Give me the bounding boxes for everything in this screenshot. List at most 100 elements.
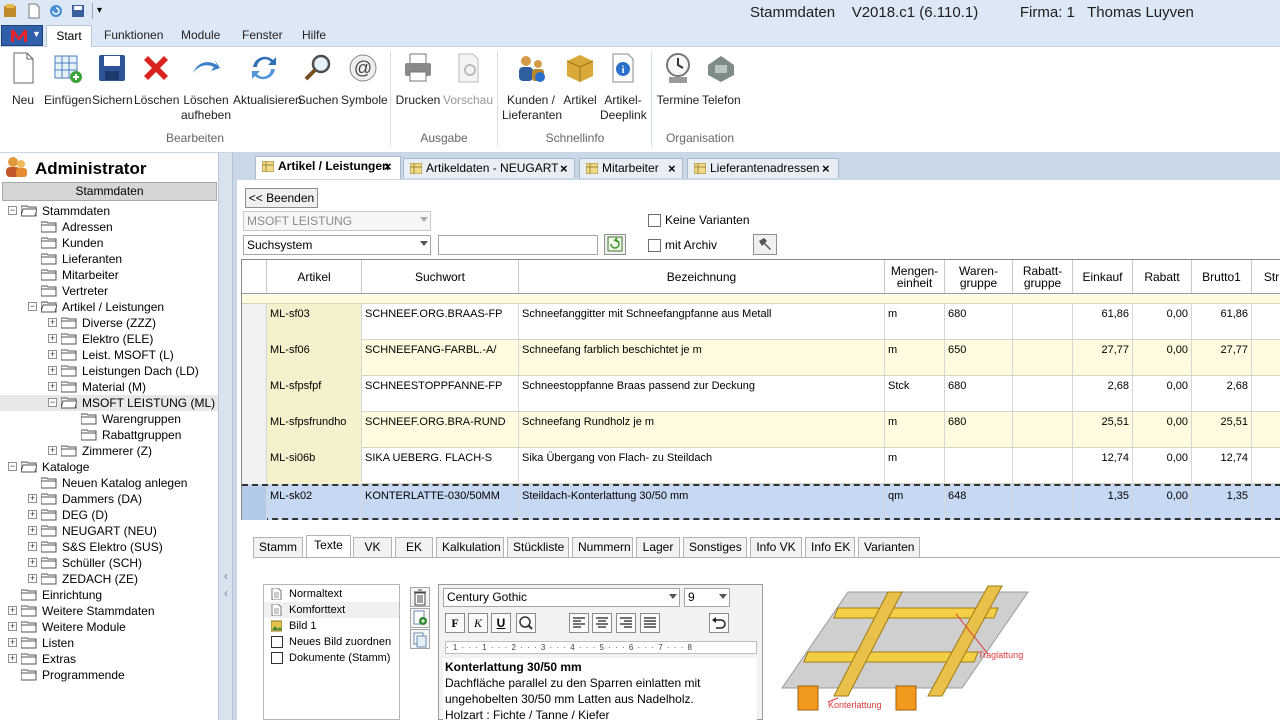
table-cell[interactable]: 0,00 — [1133, 304, 1192, 340]
tree-item[interactable]: + Diverse (ZZZ) — [0, 315, 218, 331]
column-header[interactable]: Suchwort — [362, 260, 519, 294]
table-cell[interactable]: 27,77 — [1192, 340, 1252, 376]
hammer-button[interactable] — [753, 234, 777, 255]
align-left-button[interactable] — [569, 613, 589, 633]
tab-info-ek[interactable]: Info EK — [805, 537, 855, 558]
table-cell[interactable]: 2,68 — [1192, 376, 1252, 412]
table-cell[interactable]: 680 — [945, 412, 1013, 448]
article-deeplink-button[interactable]: i Artikel-Deeplink — [600, 51, 647, 123]
table-cell[interactable]: 0,00 — [1133, 448, 1192, 484]
collapse-icon[interactable]: − — [8, 206, 17, 215]
align-center-button[interactable] — [592, 613, 612, 633]
list-item-new-image[interactable]: Neues Bild zuordnen — [264, 634, 399, 650]
tree-item[interactable]: + Weitere Stammdaten — [0, 603, 218, 619]
table-row[interactable]: ML-sfpsfpf SCHNEESTOPPFANNE-FP Schneestopp… — [242, 376, 1280, 412]
refresh-button[interactable]: Aktualisieren — [233, 51, 302, 108]
table-cell[interactable]: ML-sk02 — [267, 486, 362, 520]
tree-item[interactable]: + Elektro (ELE) — [0, 331, 218, 347]
column-header[interactable]: Artikel — [267, 260, 362, 294]
table-cell[interactable]: 0,00 — [1133, 376, 1192, 412]
table-cell[interactable]: 2,68 — [1073, 376, 1133, 412]
editor-body[interactable]: Konterlattung 30/50 mm Dachfläche parall… — [443, 658, 757, 720]
expand-icon[interactable]: + — [28, 558, 37, 567]
tree-item[interactable]: − MSOFT LEISTUNG (ML) — [0, 395, 218, 411]
table-cell[interactable]: 0,00 — [1133, 412, 1192, 448]
close-view-button[interactable]: << Beenden — [245, 188, 318, 208]
table-cell[interactable]: 12,74 — [1192, 448, 1252, 484]
expand-icon[interactable]: + — [8, 606, 17, 615]
tab-stückliste[interactable]: Stückliste — [507, 537, 569, 558]
tree-item[interactable]: Programmende — [0, 667, 218, 683]
close-icon[interactable]: × — [560, 159, 568, 178]
table-cell[interactable]: 61,86 — [1192, 304, 1252, 340]
tree-item[interactable]: + ZEDACH (ZE) — [0, 571, 218, 587]
menu-module[interactable]: Module — [181, 28, 220, 42]
tree-item[interactable]: − Artikel / Leistungen — [0, 299, 218, 315]
tree-item[interactable]: + Zimmerer (Z) — [0, 443, 218, 459]
tree-item[interactable]: Kunden — [0, 235, 218, 251]
table-cell[interactable]: 648 — [945, 486, 1013, 520]
expand-icon[interactable]: + — [28, 526, 37, 535]
row-selector[interactable] — [242, 376, 267, 412]
tab-info-vk[interactable]: Info VK — [750, 537, 802, 558]
justify-button[interactable] — [640, 613, 660, 633]
tab-stamm[interactable]: Stamm — [253, 537, 303, 558]
tree-item[interactable]: Einrichtung — [0, 587, 218, 603]
column-header[interactable]: Rabatt-gruppe — [1013, 260, 1073, 294]
table-row[interactable] — [242, 295, 1280, 304]
font-size-select[interactable]: 9 — [684, 588, 730, 607]
save-icon[interactable] — [70, 3, 86, 19]
tree-item[interactable]: + Schüller (SCH) — [0, 555, 218, 571]
table-cell[interactable]: qm — [885, 486, 945, 520]
table-cell[interactable]: KONTERLATTE-030/50MM — [362, 486, 519, 520]
close-icon[interactable]: × — [668, 159, 676, 178]
table-cell[interactable]: 650 — [945, 340, 1013, 376]
new-button[interactable]: Neu — [4, 51, 42, 108]
expand-icon[interactable]: + — [28, 542, 37, 551]
expand-icon[interactable]: + — [48, 350, 57, 359]
table-cell[interactable]: 12,74 — [1073, 448, 1133, 484]
collapse-icon[interactable]: − — [28, 302, 37, 311]
table-row[interactable]: ML-sk02 KONTERLATTE-030/50MM Steildach-Kon… — [242, 484, 1280, 520]
table-row[interactable]: ML-sf03 SCHNEEF.ORG.BRAAS-FP Schneefanggit… — [242, 304, 1280, 340]
row-selector[interactable] — [242, 304, 267, 340]
table-cell[interactable]: Schneefanggitter mit Schneefangpfanne au… — [519, 304, 885, 340]
table-cell[interactable] — [1013, 304, 1073, 340]
table-cell[interactable]: Schneestoppfanne Braas passend zur Decku… — [519, 376, 885, 412]
table-cell[interactable]: 0,00 — [1133, 486, 1192, 520]
tree-item[interactable]: Mitarbeiter — [0, 267, 218, 283]
italic-button[interactable]: K — [468, 613, 488, 633]
column-header[interactable]: Brutto1 — [1192, 260, 1252, 294]
column-header[interactable]: Rabatt — [1133, 260, 1192, 294]
appointments-button[interactable]: Termine — [656, 51, 700, 108]
table-cell[interactable] — [945, 448, 1013, 484]
tree-item[interactable]: − Kataloge — [0, 459, 218, 475]
tab-kalkulation[interactable]: Kalkulation — [436, 537, 504, 558]
row-selector[interactable] — [242, 448, 267, 484]
tree-item[interactable]: + Dammers (DA) — [0, 491, 218, 507]
collapse-icon[interactable]: − — [48, 398, 57, 407]
table-cell[interactable]: 25,51 — [1192, 412, 1252, 448]
column-header[interactable]: Einkauf — [1073, 260, 1133, 294]
tab-artikeldaten-neugart[interactable]: Artikeldaten - NEUGART × — [403, 158, 575, 178]
table-cell[interactable]: Sika Übergang von Flach- zu Steildach — [519, 448, 885, 484]
search-go-button[interactable] — [604, 234, 626, 255]
row-selector[interactable] — [242, 486, 267, 520]
collapse-arrow-icon[interactable]: ‹ ‹ — [221, 568, 231, 604]
tree-item[interactable]: + Listen — [0, 635, 218, 651]
table-cell[interactable]: 680 — [945, 304, 1013, 340]
tree-item[interactable]: Adressen — [0, 219, 218, 235]
tree-item[interactable]: + Leist. MSOFT (L) — [0, 347, 218, 363]
expand-icon[interactable]: + — [48, 318, 57, 327]
tab-sonstiges[interactable]: Sonstiges — [683, 537, 747, 558]
tab-lager[interactable]: Lager — [636, 537, 680, 558]
table-cell[interactable]: 1,35 — [1192, 486, 1252, 520]
add-text-button[interactable] — [410, 608, 430, 628]
tab-texte[interactable]: Texte — [306, 535, 351, 558]
delete-text-button[interactable] — [410, 587, 430, 607]
print-button[interactable]: Drucken — [395, 51, 441, 108]
font-select[interactable]: Century Gothic — [443, 588, 680, 607]
row-selector[interactable] — [242, 340, 267, 376]
table-cell[interactable]: Schneefang farblich beschichtet je m — [519, 340, 885, 376]
refresh-icon[interactable] — [48, 3, 64, 19]
